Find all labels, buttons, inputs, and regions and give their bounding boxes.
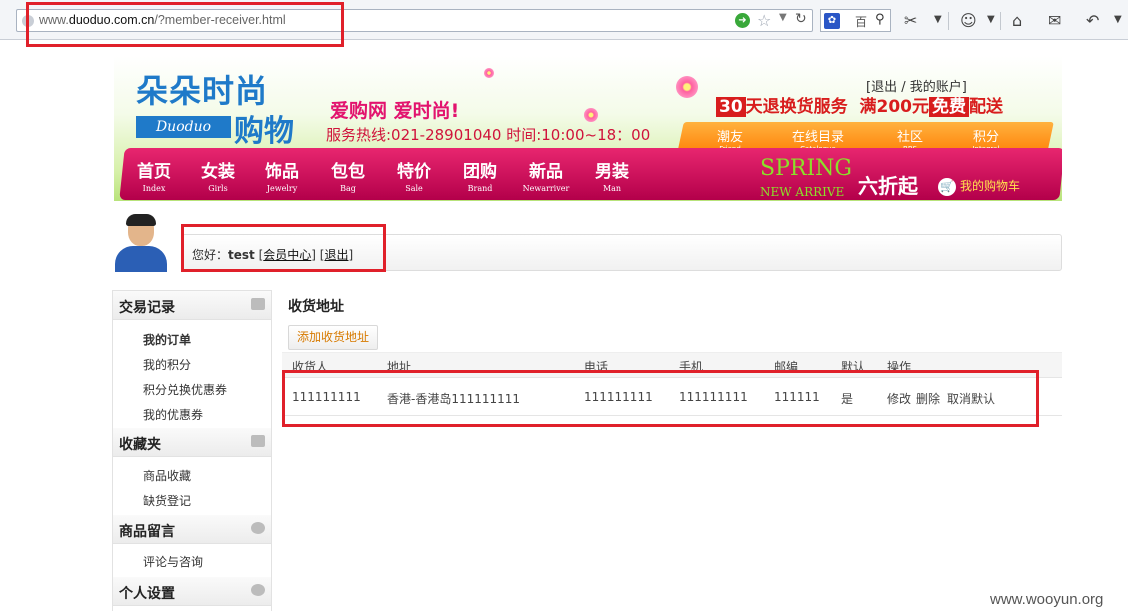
bookmark-star-icon[interactable]: ☆ — [757, 11, 771, 30]
history-dropdown-icon[interactable]: ▼ — [779, 12, 787, 23]
home-icon[interactable]: ⌂ — [1012, 11, 1022, 30]
new-arrive-label: NEW ARRIVE — [760, 185, 845, 199]
sidebar-section-header: 收藏夹 — [113, 428, 271, 457]
go-arrow-icon[interactable]: ➜ — [735, 13, 750, 28]
nav-brand[interactable]: 团购 Brand — [450, 157, 510, 193]
slogan: 爱购网 爱时尚! — [330, 100, 460, 122]
dropdown-icon[interactable]: ▼ — [987, 14, 995, 25]
sidebar-item-points-exchange[interactable]: 积分兑换优惠券 — [143, 381, 227, 398]
screenshot-tool-icon[interactable]: ✂ — [904, 11, 917, 30]
nav-girls[interactable]: 女装 Girls — [188, 157, 248, 193]
sidebar-section-header: 个人设置 — [113, 577, 271, 606]
flower-icon — [484, 68, 494, 78]
gear-icon — [251, 584, 265, 596]
site-header-banner: 朵朵时尚 购物 Duoduo 爱购网 爱时尚! 服务热线:021-2890104… — [114, 56, 1062, 206]
annotation-box-member — [181, 224, 386, 272]
sidebar-section-header: 商品留言 — [113, 515, 271, 544]
hotline: 服务热线:021-28901040 时间:10:00~18：00 — [326, 126, 651, 144]
reload-icon[interactable]: ↻ — [795, 11, 807, 27]
back-share-icon[interactable]: ↶ — [1086, 11, 1099, 30]
logo-en[interactable]: Duoduo — [136, 116, 231, 138]
logo-text-2[interactable]: 购物 — [234, 106, 294, 150]
discount-label: 六折起 — [858, 174, 918, 198]
search-icon[interactable]: ⚲ — [875, 12, 885, 27]
annotation-box-row — [282, 370, 1039, 427]
sidebar-item-reviews[interactable]: 评论与咨询 — [143, 553, 203, 570]
sidebar-section-header: 交易记录 — [113, 291, 271, 320]
spring-label: SPRING — [760, 156, 852, 181]
member-sidebar: 交易记录 我的订单 我的积分 积分兑换优惠券 我的优惠券 收藏夹 商品收藏 缺货… — [112, 290, 272, 611]
add-address-button[interactable]: 添加收货地址 — [288, 325, 378, 350]
logo-text[interactable]: 朵朵时尚 — [136, 75, 268, 107]
promo-banner: 30 天退换货服务 满200元 免费 配送 — [716, 92, 1003, 117]
mail-icon[interactable]: ✉ — [1048, 11, 1061, 30]
cart-link[interactable]: 🛒 我的购物车 — [938, 177, 1020, 196]
nav-man[interactable]: 男装 Man — [582, 157, 642, 193]
search-engine-label: 百 — [855, 15, 868, 29]
search-box[interactable]: ✿ 百 ⚲ — [820, 9, 891, 32]
dropdown-icon[interactable]: ▼ — [1114, 14, 1122, 25]
nav-bag[interactable]: 包包 Bag — [318, 157, 378, 193]
cart-icon: 🛒 — [938, 177, 956, 196]
toolbar-divider — [948, 12, 949, 30]
speech-bubble-icon — [251, 522, 265, 534]
toolbar-divider — [1000, 12, 1001, 30]
sidebar-item-my-orders[interactable]: 我的订单 — [143, 331, 191, 348]
sidebar-item-my-coupons[interactable]: 我的优惠券 — [143, 406, 203, 423]
sidebar-item-my-points[interactable]: 我的积分 — [143, 356, 191, 373]
dropdown-icon[interactable]: ▼ — [934, 14, 942, 25]
avatar — [112, 214, 170, 272]
flower-icon — [584, 108, 598, 122]
box-icon — [251, 298, 265, 310]
annotation-box-url — [26, 2, 344, 47]
flower-icon — [676, 76, 698, 98]
sidebar-item-favorites[interactable]: 商品收藏 — [143, 467, 191, 484]
page-title: 收货地址 — [288, 299, 344, 315]
watermark: www.wooyun.org — [990, 591, 1104, 608]
folder-icon — [251, 435, 265, 447]
addon-icon[interactable]: ☺ — [960, 11, 977, 30]
nav-sale[interactable]: 特价 Sale — [384, 157, 444, 193]
sidebar-item-out-of-stock[interactable]: 缺货登记 — [143, 492, 191, 509]
nav-newarriver[interactable]: 新品 Newarriver — [516, 157, 576, 193]
nav-index[interactable]: 首页 Index — [124, 157, 184, 193]
nav-jewelry[interactable]: 饰品 Jewelry — [252, 157, 312, 193]
search-engine-icon[interactable]: ✿ — [824, 13, 840, 29]
